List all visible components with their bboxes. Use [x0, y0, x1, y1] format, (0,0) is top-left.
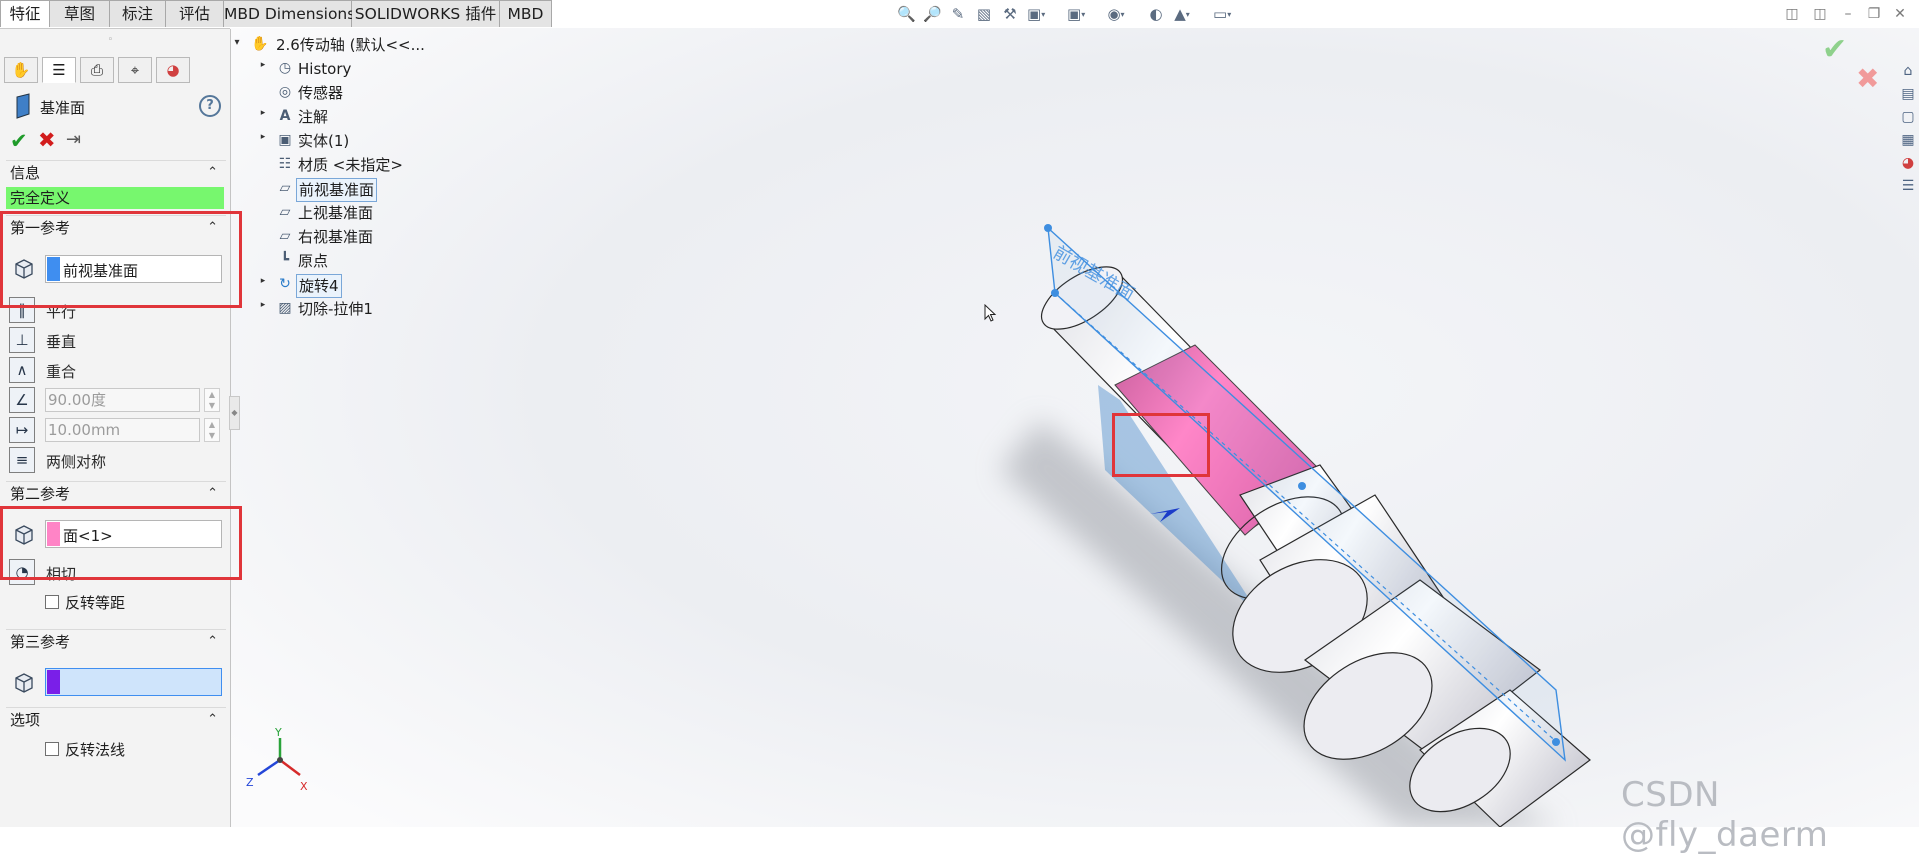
panel-grip-icon[interactable]: ◦: [106, 36, 115, 45]
section-options-title: 选项: [10, 711, 41, 729]
plane-icon: ▱: [279, 180, 291, 196]
part-icon: ✋: [251, 36, 269, 52]
section-info-title: 信息: [10, 164, 41, 182]
sensor-icon: ◎: [278, 84, 292, 100]
custom-properties-icon[interactable]: ☰: [1899, 177, 1917, 195]
axis-y-label: Y: [274, 726, 282, 739]
plane-icon: ▱: [279, 204, 291, 220]
distance-stepper[interactable]: ▲ ▼: [204, 418, 220, 442]
perpendicular-icon[interactable]: ⊥: [9, 327, 35, 353]
third-reference-field[interactable]: [45, 668, 222, 696]
help-icon[interactable]: ?: [199, 95, 221, 117]
tree-item-origin[interactable]: 原点: [298, 250, 328, 272]
flip-offset-checkbox[interactable]: [45, 595, 59, 609]
tree-expand-icon[interactable]: ▸: [258, 60, 268, 70]
section-second-ref-header[interactable]: 第二参考 ⌃: [6, 481, 226, 506]
appearances-icon[interactable]: ◕: [1899, 154, 1917, 172]
chevron-up-icon[interactable]: ⌃: [207, 630, 218, 654]
file-explorer-icon[interactable]: ▢: [1899, 108, 1917, 126]
section-options-header[interactable]: 选项 ⌃: [6, 707, 226, 732]
section-third-ref-title: 第三参考: [10, 633, 71, 651]
pin-icon[interactable]: ⇥: [66, 129, 81, 150]
angle-stepper[interactable]: ▲ ▼: [204, 388, 220, 412]
confirm-corner-icon[interactable]: ✔: [1822, 32, 1847, 67]
coincident-icon[interactable]: ∧: [9, 357, 35, 383]
tree-item-material[interactable]: 材质 <未指定>: [298, 154, 403, 176]
tree-item-annotations[interactable]: 注解: [298, 106, 328, 128]
section-second-ref-title: 第二参考: [10, 485, 71, 503]
flip-normal-checkbox[interactable]: [45, 742, 59, 756]
cancel-corner-icon[interactable]: ✖: [1856, 62, 1879, 95]
tree-item-sensors[interactable]: 传感器: [298, 82, 343, 104]
tree-expand-icon[interactable]: ▸: [258, 276, 268, 286]
flip-normal-label[interactable]: 反转法线: [65, 739, 125, 760]
revolve-icon: ↻: [279, 276, 291, 292]
perpendicular-label[interactable]: 垂直: [46, 331, 76, 352]
section-info-header[interactable]: 信息 ⌃: [6, 160, 226, 185]
coincident-label[interactable]: 重合: [46, 361, 76, 382]
solid-bodies-icon: ▣: [278, 132, 292, 148]
chevron-up-icon[interactable]: ⌃: [207, 708, 218, 732]
display-manager-tab[interactable]: ◕: [156, 57, 190, 83]
tree-item-history[interactable]: History: [298, 58, 351, 80]
distance-input[interactable]: 10.00mm: [45, 418, 200, 442]
angle-input[interactable]: 90.00度: [45, 388, 200, 412]
mouse-cursor-icon: [984, 304, 997, 322]
status-badge: 完全定义: [6, 187, 224, 209]
tree-item-front-plane[interactable]: 前视基准面: [296, 178, 378, 202]
axis-z-label: Z: [246, 776, 254, 789]
property-manager-panel: ◦ ✋ ☰ ⎙ ⌖ ◕ 基准面 ? ✔ ✖ ⇥ 信息 ⌃ 完全定义 第一参考 ⌃…: [0, 29, 231, 827]
cancel-button[interactable]: ✖: [38, 128, 56, 152]
tree-expand-icon[interactable]: ▸: [258, 108, 268, 118]
axis-x-label: X: [300, 780, 308, 793]
dimxpert-tab[interactable]: ⌖: [118, 57, 152, 83]
distance-icon[interactable]: ↦: [9, 417, 35, 443]
chevron-up-icon[interactable]: ⌃: [207, 482, 218, 506]
tree-expand-icon[interactable]: ▸: [258, 132, 268, 142]
panel-collapse-handle[interactable]: ◆: [229, 396, 240, 430]
tree-item-revolve4[interactable]: 旋转4: [296, 274, 342, 298]
plane-icon: ▱: [279, 228, 291, 244]
section-third-ref-header[interactable]: 第三参考 ⌃: [6, 629, 226, 654]
flip-offset-label[interactable]: 反转等距: [65, 592, 125, 613]
mid-plane-label[interactable]: 两侧对称: [46, 451, 106, 472]
feature-manager-tab[interactable]: ✋: [4, 57, 38, 83]
tree-expand-icon[interactable]: ▸: [258, 300, 268, 310]
origin-icon: ┗: [280, 252, 290, 268]
plane-feature-icon: [16, 93, 30, 119]
tree-item-solid-bodies[interactable]: 实体(1): [298, 130, 349, 152]
home-icon[interactable]: ⌂: [1899, 62, 1917, 80]
annotation-icon: A: [279, 108, 291, 124]
view-palette-icon[interactable]: ▦: [1899, 131, 1917, 149]
tree-item-top-plane[interactable]: 上视基准面: [298, 202, 373, 224]
annotation-highlight-second-ref: [0, 506, 242, 580]
tree-item-cut-extrude1[interactable]: 切除-拉伸1: [298, 298, 373, 320]
tree-item-right-plane[interactable]: 右视基准面: [298, 226, 373, 248]
annotation-highlight-first-ref: [0, 211, 242, 308]
mid-plane-icon[interactable]: ≡: [9, 447, 35, 473]
configuration-manager-tab[interactable]: ⎙: [80, 57, 114, 83]
annotation-highlight-face: [1112, 413, 1210, 477]
ok-button[interactable]: ✔: [10, 129, 28, 153]
3d-content-icon[interactable]: ▤: [1899, 85, 1917, 103]
reference-cube-icon: [15, 673, 33, 693]
history-icon: ◷: [278, 60, 292, 76]
property-manager-title: 基准面: [40, 99, 86, 117]
cut-extrude-icon: ▨: [278, 300, 292, 316]
watermark: CSDN @fly_daerm: [1621, 775, 1829, 855]
material-icon: ☷: [278, 156, 292, 172]
tree-root-collapse-icon[interactable]: ▾: [232, 37, 242, 48]
tree-root[interactable]: 2.6传动轴 (默认<<...: [276, 34, 425, 56]
third-reference-swatch: [47, 670, 60, 694]
chevron-up-icon[interactable]: ⌃: [207, 161, 218, 185]
property-manager-tab[interactable]: ☰: [42, 57, 76, 83]
angle-icon[interactable]: ∠: [9, 387, 35, 413]
